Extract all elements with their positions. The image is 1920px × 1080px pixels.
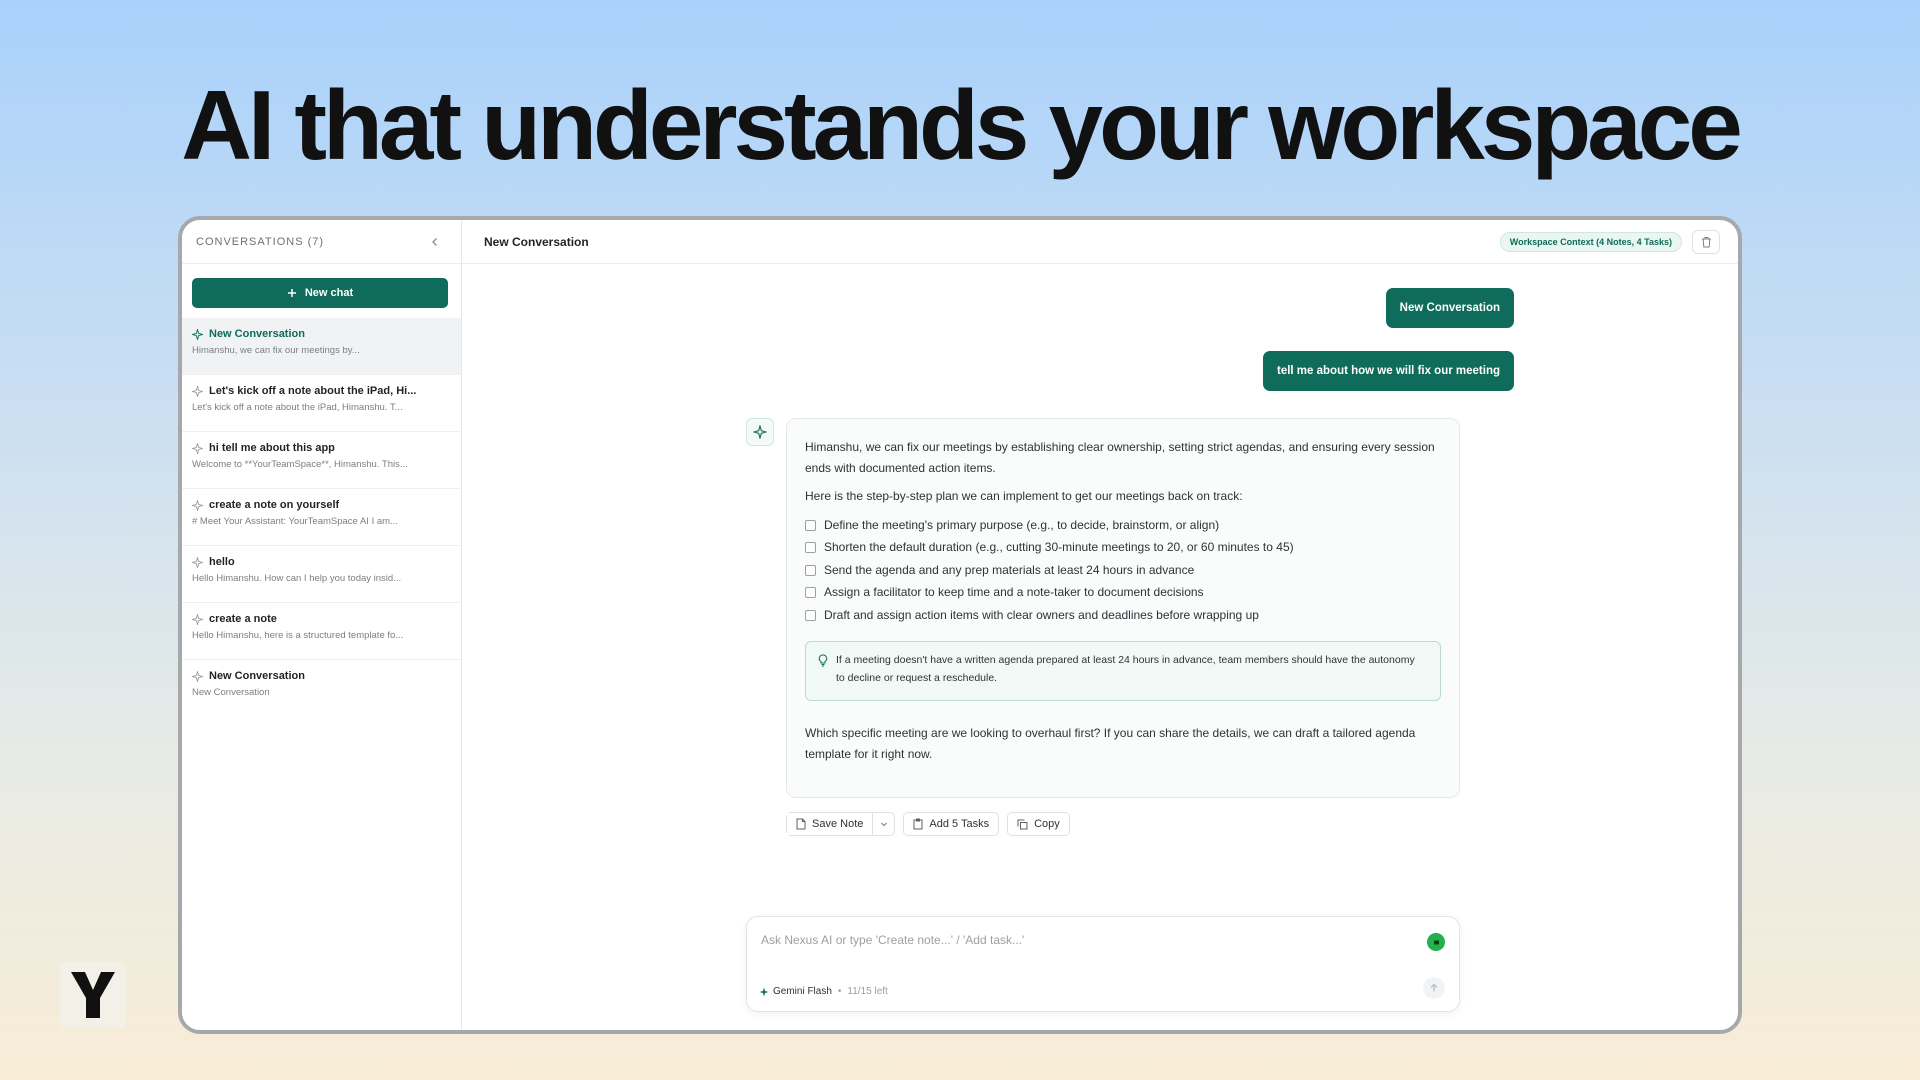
checklist-item: Define the meeting's primary purpose (e.… bbox=[805, 514, 1441, 537]
checklist-item: Send the agenda and any prep materials a… bbox=[805, 559, 1441, 582]
conversation-title: New Conversation bbox=[209, 670, 305, 682]
quota-remaining: 11/15 left bbox=[847, 986, 888, 997]
save-note-label: Save Note bbox=[812, 818, 864, 830]
conversation-item[interactable]: Let's kick off a note about the iPad, Hi… bbox=[182, 375, 461, 432]
chevron-down-icon bbox=[880, 822, 887, 827]
sparkle-icon bbox=[192, 328, 203, 340]
conversation-preview: New Conversation bbox=[192, 687, 270, 698]
conversation-preview: Let's kick off a note about the iPad, Hi… bbox=[192, 402, 403, 413]
conversation-preview: # Meet Your Assistant: YourTeamSpace AI … bbox=[192, 516, 398, 527]
sidebar-header: CONVERSATIONS (7) bbox=[182, 220, 461, 264]
lightbulb-icon bbox=[818, 654, 828, 666]
conversation-title: Let's kick off a note about the iPad, Hi… bbox=[209, 385, 417, 397]
conversation-item[interactable]: create a note Hello Himanshu, here is a … bbox=[182, 603, 461, 660]
ai-response-closing: Which specific meeting are we looking to… bbox=[805, 725, 1416, 761]
checkbox[interactable] bbox=[805, 519, 816, 531]
sparkle-icon bbox=[192, 385, 203, 397]
sparkle-icon bbox=[192, 670, 203, 682]
ai-response-lead: Here is the step-by-step plan we can imp… bbox=[805, 489, 1243, 503]
checklist-item-text: Send the agenda and any prep materials a… bbox=[824, 562, 1195, 577]
conversation-title: create a note bbox=[209, 613, 277, 625]
model-selector[interactable]: Gemini Flash bbox=[759, 986, 832, 997]
checklist-item-text: Define the meeting's primary purpose (e.… bbox=[824, 517, 1220, 532]
copy-button[interactable]: Copy bbox=[1007, 812, 1070, 836]
brand-logo bbox=[60, 962, 126, 1028]
trash-icon bbox=[1701, 236, 1711, 247]
conversation-item[interactable]: New Conversation New Conversation bbox=[182, 660, 461, 717]
sidebar: CONVERSATIONS (7) New chat New Conversat… bbox=[182, 220, 462, 1030]
plus-icon bbox=[287, 289, 296, 297]
chat-header: New Conversation Workspace Context (4 No… bbox=[462, 220, 1738, 264]
collapse-sidebar-button[interactable] bbox=[427, 234, 443, 250]
y-logo-icon bbox=[71, 972, 115, 1018]
user-message: New Conversation bbox=[1385, 288, 1514, 328]
add-tasks-label: Add 5 Tasks bbox=[929, 818, 990, 830]
model-name: Gemini Flash bbox=[773, 986, 832, 997]
save-note-options-button[interactable] bbox=[872, 813, 894, 835]
conversation-item[interactable]: hello Hello Himanshu. How can I help you… bbox=[182, 546, 461, 603]
message-composer: Gemini Flash • 11/15 left bbox=[746, 916, 1460, 1012]
sparkle-icon bbox=[759, 986, 769, 997]
hero-title: AI that understands your workspace bbox=[181, 70, 1743, 180]
conversation-title: hi tell me about this app bbox=[209, 442, 335, 454]
sparkle-icon bbox=[192, 613, 203, 625]
checkbox[interactable] bbox=[805, 564, 816, 576]
conversation-item[interactable]: New Conversation Himanshu, we can fix ou… bbox=[182, 318, 461, 375]
chat-panel: New Conversation Workspace Context (4 No… bbox=[462, 220, 1738, 1030]
microphone-icon bbox=[1433, 940, 1439, 944]
conversation-preview: Hello Himanshu. How can I help you today… bbox=[192, 573, 402, 584]
note-icon bbox=[796, 818, 806, 830]
conversation-title: create a note on yourself bbox=[209, 499, 340, 511]
ai-avatar bbox=[746, 418, 774, 446]
conversations-count-label: CONVERSATIONS (7) bbox=[196, 235, 325, 248]
sparkle-icon bbox=[192, 499, 203, 511]
copy-icon bbox=[1017, 819, 1028, 829]
separator-dot: • bbox=[837, 986, 842, 997]
add-tasks-button[interactable]: Add 5 Tasks bbox=[903, 812, 1000, 836]
checkbox[interactable] bbox=[805, 587, 816, 599]
conversation-preview: Himanshu, we can fix our meetings by... bbox=[192, 345, 360, 356]
arrow-up-icon bbox=[1430, 983, 1438, 992]
user-message: tell me about how we will fix our meetin… bbox=[1263, 351, 1514, 391]
clipboard-icon bbox=[913, 818, 923, 830]
action-checklist: Define the meeting's primary purpose (e.… bbox=[805, 514, 1441, 627]
conversation-title-heading: New Conversation bbox=[484, 234, 589, 249]
conversation-list: New Conversation Himanshu, we can fix ou… bbox=[182, 318, 461, 717]
ai-response-card: Himanshu, we can fix our meetings by est… bbox=[786, 418, 1460, 798]
checklist-item: Draft and assign action items with clear… bbox=[805, 604, 1441, 627]
checkbox[interactable] bbox=[805, 542, 816, 554]
save-note-split-button: Save Note bbox=[786, 812, 896, 836]
checklist-item-text: Assign a facilitator to keep time and a … bbox=[824, 585, 1204, 600]
response-actions: Save Note Add 5 Tasks Copy bbox=[786, 812, 1070, 836]
sparkle-icon bbox=[192, 442, 203, 454]
new-chat-button[interactable]: New chat bbox=[192, 278, 448, 308]
tip-text: If a meeting doesn't have a written agen… bbox=[836, 653, 1415, 684]
checklist-item: Shorten the default duration (e.g., cutt… bbox=[805, 537, 1441, 560]
sparkle-icon bbox=[753, 425, 767, 439]
message-input[interactable] bbox=[761, 933, 1401, 947]
checklist-item-text: Draft and assign action items with clear… bbox=[824, 607, 1259, 622]
conversation-title: hello bbox=[209, 556, 235, 568]
checklist-item: Assign a facilitator to keep time and a … bbox=[805, 582, 1441, 605]
conversation-item[interactable]: hi tell me about this app Welcome to **Y… bbox=[182, 432, 461, 489]
conversation-preview: Welcome to **YourTeamSpace**, Himanshu. … bbox=[192, 459, 408, 470]
new-chat-label: New chat bbox=[304, 287, 354, 299]
voice-input-button[interactable] bbox=[1427, 933, 1445, 951]
conversation-preview: Hello Himanshu, here is a structured tem… bbox=[192, 630, 404, 641]
conversation-title: New Conversation bbox=[209, 328, 305, 340]
checkbox[interactable] bbox=[805, 609, 816, 621]
ai-response-intro: Himanshu, we can fix our meetings by est… bbox=[805, 440, 1435, 475]
send-button[interactable] bbox=[1423, 977, 1445, 999]
sparkle-icon bbox=[192, 556, 203, 568]
tip-callout: If a meeting doesn't have a written agen… bbox=[805, 640, 1441, 701]
delete-conversation-button[interactable] bbox=[1692, 229, 1720, 254]
copy-label: Copy bbox=[1034, 818, 1060, 830]
app-window: CONVERSATIONS (7) New chat New Conversat… bbox=[178, 216, 1742, 1034]
conversation-item[interactable]: create a note on yourself # Meet Your As… bbox=[182, 489, 461, 546]
checklist-item-text: Shorten the default duration (e.g., cutt… bbox=[824, 540, 1294, 555]
chevron-left-icon bbox=[432, 237, 437, 246]
workspace-context-badge[interactable]: Workspace Context (4 Notes, 4 Tasks) bbox=[1499, 231, 1682, 252]
save-note-button[interactable]: Save Note bbox=[787, 813, 873, 835]
